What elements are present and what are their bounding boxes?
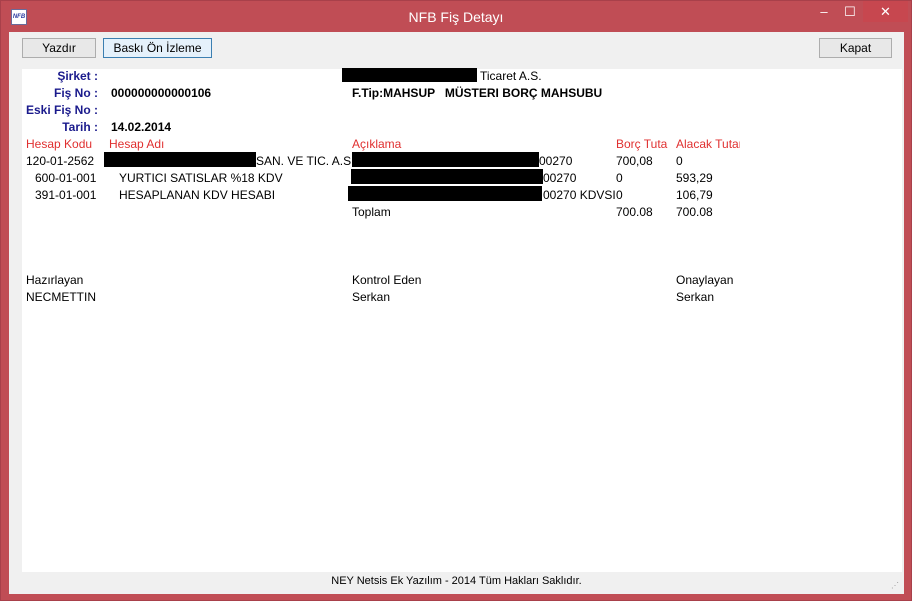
checked-by-label: Kontrol Eden: [352, 273, 422, 287]
col-header-desc: Açıklama: [352, 137, 402, 151]
maximize-button[interactable]: ☐: [837, 1, 863, 22]
redacted-account-name: [104, 152, 256, 167]
cell-credit: 106,79: [676, 188, 713, 202]
company-label: Şirket :: [57, 69, 98, 83]
col-header-credit: Alacak Tutarı: [676, 137, 740, 151]
cell-name: SAN. VE TIC. A.S.: [256, 154, 355, 168]
prepared-by-label: Hazırlayan: [26, 273, 84, 287]
voucher-no-label: Fiş No :: [54, 86, 98, 100]
cell-debit: 0: [616, 188, 623, 202]
prepared-by-value: NECMETTIN: [26, 290, 96, 304]
cell-name: HESAPLANAN KDV HESABI: [119, 188, 276, 202]
old-voucher-label: Eski Fiş No :: [25, 103, 98, 117]
redacted-company-name: [342, 68, 477, 82]
total-credit: 700.08: [676, 205, 713, 219]
redacted-description: [351, 169, 543, 184]
date-value: 14.02.2014: [111, 120, 172, 134]
cell-code: 391-01-001: [35, 188, 97, 202]
title-bar[interactable]: NFB NFB Fiş Detayı – ☐ ✕: [1, 1, 911, 31]
date-label: Tarih :: [62, 120, 98, 134]
cell-debit: 0: [616, 171, 623, 185]
voucher-no-value: 000000000000106: [111, 86, 212, 100]
redacted-description: [348, 186, 542, 201]
close-window-button[interactable]: ✕: [863, 1, 908, 22]
client-area: Yazdır Baskı Ön İzleme Kapat Şirket : Ti…: [9, 32, 904, 594]
col-header-name: Hesap Adı: [109, 137, 165, 151]
col-header-code: Hesap Kodu: [26, 137, 93, 151]
resize-grip-icon[interactable]: ⋰: [891, 581, 901, 591]
status-bar-text: NEY Netsis Ek Yazılım - 2014 Tüm Hakları…: [331, 575, 582, 587]
cell-debit: 700,08: [616, 154, 653, 168]
cell-desc: 00270: [543, 171, 577, 185]
approved-by-value: Serkan: [676, 290, 715, 304]
print-button[interactable]: Yazdır: [22, 38, 96, 58]
checked-by-value: Serkan: [352, 290, 391, 304]
approved-by-label: Onaylayan: [676, 273, 734, 287]
cell-code: 600-01-001: [35, 171, 97, 185]
window-frame: NFB NFB Fiş Detayı – ☐ ✕ Yazdır Baskı Ön…: [0, 0, 912, 601]
cell-credit: 0: [676, 154, 683, 168]
cell-desc: 00270: [539, 154, 573, 168]
cell-credit: 593,29: [676, 171, 713, 185]
total-debit: 700.08: [616, 205, 653, 219]
col-header-debit: Borç Tutarı: [616, 137, 668, 151]
window-title: NFB Fiş Detayı: [408, 9, 504, 25]
cell-name: YURTICI SATISLAR %18 KDV: [119, 171, 283, 185]
report-area: Şirket : Ticaret A.S. Fiş No : 000000000…: [22, 68, 902, 572]
minimize-button[interactable]: –: [811, 1, 837, 22]
company-value: Ticaret A.S.: [480, 69, 542, 83]
total-label: Toplam: [352, 205, 391, 219]
cell-desc: 00270 KDVSI: [543, 188, 616, 202]
close-button[interactable]: Kapat: [819, 38, 892, 58]
cell-code: 120-01-2562: [26, 154, 95, 168]
redacted-description: [352, 152, 539, 167]
voucher-type: F.Tip:MAHSUP MÜSTERI BORÇ MAHSUBU: [352, 86, 603, 100]
print-preview-button[interactable]: Baskı Ön İzleme: [103, 38, 212, 58]
